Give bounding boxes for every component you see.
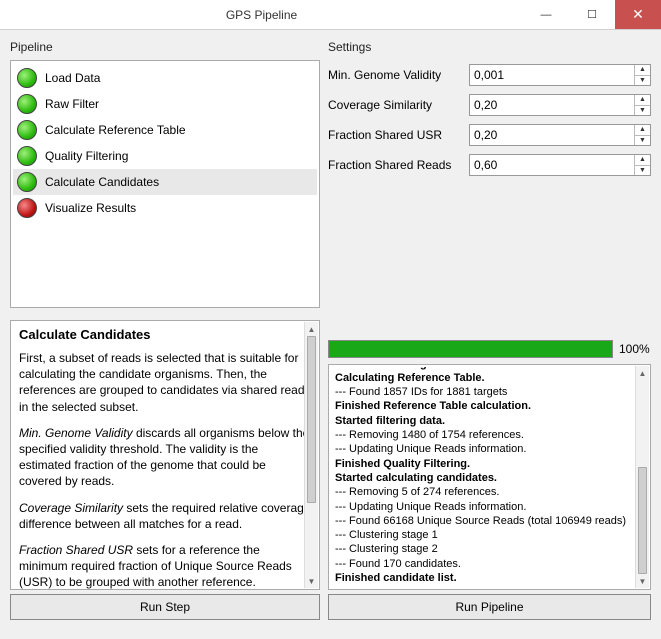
run-pipeline-button[interactable]: Run Pipeline: [328, 594, 651, 620]
pipeline-step[interactable]: Calculate Candidates: [13, 169, 317, 195]
spin-up-icon[interactable]: ▲: [635, 155, 650, 166]
description-p1: First, a subset of reads is selected tha…: [19, 350, 311, 415]
setting-input[interactable]: [470, 95, 634, 115]
log-line: Started calculating candidates.: [335, 471, 644, 485]
setting-label: Fraction Shared Reads: [328, 158, 463, 172]
status-dot-icon: [17, 172, 37, 192]
step-label: Quality Filtering: [45, 149, 128, 163]
description-p3: Coverage Similarity sets the required re…: [19, 500, 311, 532]
log-line: Finished candidate list.: [335, 571, 644, 585]
pipeline-step[interactable]: Quality Filtering: [13, 143, 317, 169]
status-dot-icon: [17, 120, 37, 140]
log-line: Calculating Reference Table.: [335, 371, 644, 385]
pipeline-step[interactable]: Visualize Results: [13, 195, 317, 221]
log-line: --- Updating Unique Reads information.: [335, 500, 644, 514]
setting-spinner[interactable]: ▲▼: [469, 124, 651, 146]
scroll-up-icon[interactable]: ▲: [305, 322, 318, 336]
spin-up-icon[interactable]: ▲: [635, 95, 650, 106]
spin-down-icon[interactable]: ▼: [635, 106, 650, 116]
spin-down-icon[interactable]: ▼: [635, 136, 650, 146]
log-line: --- Removing 5 of 274 references.: [335, 485, 644, 499]
setting-spinner[interactable]: ▲▼: [469, 94, 651, 116]
description-box: Calculate Candidates First, a subset of …: [10, 320, 320, 590]
maximize-button[interactable]: ☐: [569, 0, 615, 29]
description-p4: Fraction Shared USR sets for a reference…: [19, 542, 311, 590]
setting-spinner[interactable]: ▲▼: [469, 154, 651, 176]
log-line: --- Found 66168 Unique Source Reads (tot…: [335, 514, 644, 528]
scroll-down-icon[interactable]: ▼: [305, 574, 318, 588]
status-dot-icon: [17, 94, 37, 114]
description-scrollbar[interactable]: ▲ ▼: [304, 322, 318, 588]
status-dot-icon: [17, 198, 37, 218]
log-line: --- Clustering stage 2: [335, 542, 644, 556]
log-line: --- Found 1857 IDs for 1881 targets: [335, 385, 644, 399]
pipeline-label: Pipeline: [10, 40, 320, 54]
step-label: Calculate Reference Table: [45, 123, 186, 137]
status-dot-icon: [17, 68, 37, 88]
step-label: Raw Filter: [45, 97, 99, 111]
progress-percent: 100%: [619, 342, 651, 356]
settings-grid: Min. Genome Validity▲▼Coverage Similarit…: [328, 64, 651, 176]
settings-label: Settings: [328, 40, 651, 54]
log-line: --- Removing 1480 of 1754 references.: [335, 428, 644, 442]
scroll-thumb[interactable]: [638, 467, 647, 574]
minimize-button[interactable]: —: [523, 0, 569, 29]
pipeline-steps: Load Data Raw Filter Calculate Reference T…: [10, 60, 320, 308]
log-line: --- Clustering stage 1: [335, 528, 644, 542]
log-line: --- Found 170 candidates.: [335, 557, 644, 571]
spin-down-icon[interactable]: ▼: [635, 166, 650, 176]
log-line: Finished Quality Filtering.: [335, 457, 644, 471]
log-box: --- Found 51802 reads with unique matche…: [331, 367, 648, 587]
step-label: Visualize Results: [45, 201, 136, 215]
log-line: --- Updating Unique Reads information.: [335, 442, 644, 456]
spin-down-icon[interactable]: ▼: [635, 76, 650, 86]
log-scrollbar[interactable]: ▲ ▼: [635, 366, 649, 588]
setting-input[interactable]: [470, 65, 634, 85]
setting-input[interactable]: [470, 155, 634, 175]
progress-bar: [328, 340, 613, 358]
titlebar: GPS Pipeline — ☐ ✕: [0, 0, 661, 30]
setting-input[interactable]: [470, 125, 634, 145]
status-dot-icon: [17, 146, 37, 166]
setting-label: Min. Genome Validity: [328, 68, 463, 82]
spin-up-icon[interactable]: ▲: [635, 65, 650, 76]
pipeline-step[interactable]: Raw Filter: [13, 91, 317, 117]
setting-spinner[interactable]: ▲▼: [469, 64, 651, 86]
setting-label: Fraction Shared USR: [328, 128, 463, 142]
description-p2: Min. Genome Validity discards all organi…: [19, 425, 311, 490]
step-label: Load Data: [45, 71, 100, 85]
setting-label: Coverage Similarity: [328, 98, 463, 112]
close-button[interactable]: ✕: [615, 0, 661, 29]
log-line: Finished Reference Table calculation.: [335, 399, 644, 413]
pipeline-step[interactable]: Load Data: [13, 65, 317, 91]
log-line: Started filtering data.: [335, 414, 644, 428]
spin-up-icon[interactable]: ▲: [635, 125, 650, 136]
step-label: Calculate Candidates: [45, 175, 159, 189]
scroll-thumb[interactable]: [307, 336, 316, 503]
scroll-down-icon[interactable]: ▼: [636, 574, 649, 588]
scroll-up-icon[interactable]: ▲: [636, 366, 649, 380]
pipeline-step[interactable]: Calculate Reference Table: [13, 117, 317, 143]
description-title: Calculate Candidates: [19, 327, 311, 342]
window-title: GPS Pipeline: [0, 8, 523, 22]
run-step-button[interactable]: Run Step: [10, 594, 320, 620]
